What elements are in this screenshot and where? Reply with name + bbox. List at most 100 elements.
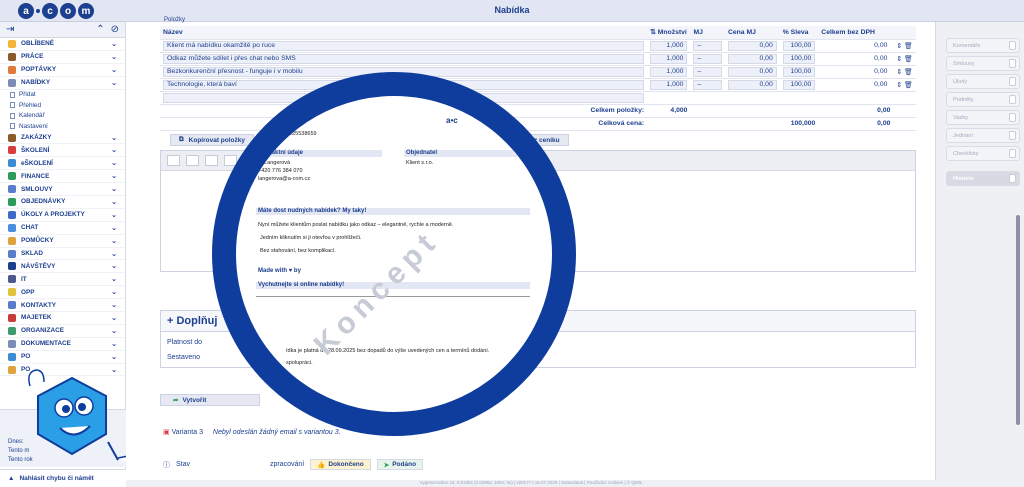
sidebar-item-label: Nastavení <box>19 122 48 130</box>
panel-item-label: Checklisty <box>953 150 979 157</box>
panel-item-label: Vazby <box>953 114 969 121</box>
arrow-icon: ➦ <box>173 397 179 404</box>
in-progress-label[interactable]: zpracování <box>270 461 304 468</box>
sidebar-item[interactable]: ŠKOLENÍ ⌄ <box>0 144 125 158</box>
trash-icon[interactable]: 🗑 <box>904 69 913 76</box>
item-qty-input[interactable]: 1,000 <box>650 53 688 64</box>
sidebar-item-label: POPTÁVKY <box>21 66 57 74</box>
module-icon <box>8 326 16 335</box>
sidebar-subitem[interactable]: Nastavení <box>0 121 125 132</box>
item-price-input[interactable]: 0,00 <box>727 40 777 51</box>
item-price-input[interactable]: 0,00 <box>727 66 777 77</box>
side-panel-item[interactable]: Checklisty <box>946 146 1020 161</box>
sidebar-item[interactable]: ÚKOLY A PROJEKTY ⌄ <box>0 209 125 222</box>
sidebar-item[interactable]: SKLAD ⌄ <box>0 248 125 261</box>
item-discount-input[interactable]: 100,00 <box>782 66 816 77</box>
item-mj-select[interactable]: – <box>693 40 722 51</box>
side-panel-item[interactable]: Smlouvy <box>946 56 1020 71</box>
module-icon <box>8 39 16 48</box>
sidebar-item[interactable]: NÁVŠTĚVY ⌄ <box>0 260 125 274</box>
status-row: ⓘ Stav zpracování 👍 Dokončeno ➤ Podáno <box>163 459 463 470</box>
move-arrows-icon[interactable]: ⇕ <box>896 69 902 76</box>
paste-icon[interactable] <box>167 155 180 166</box>
history-button[interactable]: Historie <box>946 171 1020 186</box>
hide-icon[interactable]: ⊘ <box>111 24 119 35</box>
preview-promo-2: Jedním kliknutím si ji otevřou v prohlíž… <box>260 235 362 241</box>
item-discount-input[interactable]: 100,00 <box>782 79 816 90</box>
item-price-input[interactable]: 0,00 <box>727 53 777 64</box>
module-icon <box>8 236 16 245</box>
panel-item-label: Jednání <box>953 132 973 139</box>
collapse-up-icon[interactable]: ⌃ <box>96 24 104 35</box>
side-panel-item[interactable]: Jednání <box>946 128 1020 143</box>
module-icon <box>8 185 16 194</box>
sidebar-item[interactable]: FINANCE ⌄ <box>0 170 125 184</box>
col-name: Název <box>160 26 648 40</box>
item-qty-input[interactable]: 1,000 <box>650 79 688 90</box>
sidebar-item[interactable]: SMLOUVY ⌄ <box>0 183 125 197</box>
sidebar-item[interactable]: POPTÁVKY ⌄ <box>0 64 125 77</box>
chevron-down-icon: ⌄ <box>111 250 117 258</box>
done-button[interactable]: 👍 Dokončeno <box>310 459 371 470</box>
trash-icon[interactable]: 🗑 <box>904 82 913 89</box>
sidebar-subitem[interactable]: Kalendář <box>0 111 125 122</box>
item-discount-input[interactable]: 100,00 <box>782 40 816 51</box>
sidebar-item[interactable]: MAJETEK ⌄ <box>0 312 125 325</box>
sidebar-item[interactable]: OBLÍBENÉ ⌄ <box>0 38 125 51</box>
pdf-icon[interactable]: ▣ <box>163 429 170 436</box>
sidebar-subitem[interactable]: Přehled <box>0 100 125 111</box>
sidebar-item[interactable]: OBJEDNÁVKY ⌄ <box>0 196 125 209</box>
move-arrows-icon[interactable]: ⇕ <box>896 56 902 63</box>
col-discount: % Sleva <box>779 26 819 40</box>
chevron-down-icon: ⌄ <box>111 211 117 219</box>
compiled-by-label: Sestaveno <box>167 354 201 361</box>
module-icon <box>8 172 16 181</box>
sidebar-item[interactable]: NABÍDKY ⌄ <box>0 77 125 90</box>
sidebar-item[interactable]: IT ⌄ <box>0 273 125 287</box>
sidebar-nav: OBLÍBENÉ ⌄ PRÁCE ⌄ POPTÁVKY ⌄ NABÍDKY ⌄ Přidat Př… <box>0 38 125 377</box>
item-total-value: 0,00 <box>874 81 888 88</box>
logout-icon[interactable]: ⇥ <box>6 24 14 35</box>
side-panel-item[interactable]: Úkoly <box>946 74 1020 89</box>
sidebar-item[interactable]: ORGANIZACE ⌄ <box>0 325 125 338</box>
item-mj-select[interactable]: – <box>693 53 722 64</box>
trash-icon[interactable]: 🗑 <box>904 43 913 50</box>
page-icon <box>10 102 15 109</box>
preview-logo: a•c <box>446 116 458 125</box>
side-panel-item[interactable]: Vazby <box>946 110 1020 125</box>
move-arrows-icon[interactable]: ⇕ <box>896 43 902 50</box>
table-row: Bezkonkurenční přesnost - funguje i v mo… <box>160 65 916 79</box>
sidebar-item[interactable]: PRÁCE ⌄ <box>0 51 125 64</box>
item-mj-select[interactable]: – <box>693 66 722 77</box>
expand-icon <box>1009 113 1016 122</box>
module-icon <box>8 249 16 258</box>
trash-icon[interactable]: 🗑 <box>904 56 913 63</box>
scrollbar[interactable] <box>1016 215 1020 425</box>
item-price-input[interactable]: 0,00 <box>727 79 777 90</box>
sidebar-item[interactable]: POMŮCKY ⌄ <box>0 235 125 248</box>
history-label: Historie <box>953 175 974 182</box>
sidebar-item-label: Kalendář <box>19 112 45 120</box>
item-discount-input[interactable]: 100,00 <box>782 53 816 64</box>
status-label: Stav <box>176 461 191 468</box>
link-icon[interactable] <box>186 155 199 166</box>
item-name-input[interactable]: Klient má nabídku okamžitě po ruce <box>163 40 645 51</box>
unlink-icon[interactable] <box>205 155 218 166</box>
sidebar-item[interactable]: eŠKOLENÍ ⌄ <box>0 157 125 171</box>
item-name-input[interactable]: Odkaz můžete sdílet i přes chat nebo SMS <box>163 53 645 64</box>
item-mj-select[interactable]: – <box>693 79 722 90</box>
item-qty-input[interactable]: 1,000 <box>650 66 688 77</box>
side-panel-item[interactable]: Podněty <box>946 92 1020 107</box>
sidebar-item[interactable]: KONTAKTY ⌄ <box>0 299 125 313</box>
expand-icon <box>1009 149 1016 158</box>
sidebar-item-label: OPP <box>21 288 35 296</box>
sidebar-subitem[interactable]: Přidat <box>0 90 125 101</box>
submitted-button[interactable]: ➤ Podáno <box>376 459 424 470</box>
sidebar-item[interactable]: CHAT ⌄ <box>0 222 125 235</box>
item-qty-input[interactable]: 1,000 <box>650 40 688 51</box>
move-arrows-icon[interactable]: ⇕ <box>896 82 902 89</box>
sidebar-item[interactable]: ZAKÁZKY ⌄ <box>0 132 125 145</box>
variant-label[interactable]: Varianta 3 <box>172 429 203 436</box>
side-panel-item[interactable]: Komentáře <box>946 38 1020 53</box>
sidebar-item[interactable]: OPP ⌄ <box>0 286 125 300</box>
